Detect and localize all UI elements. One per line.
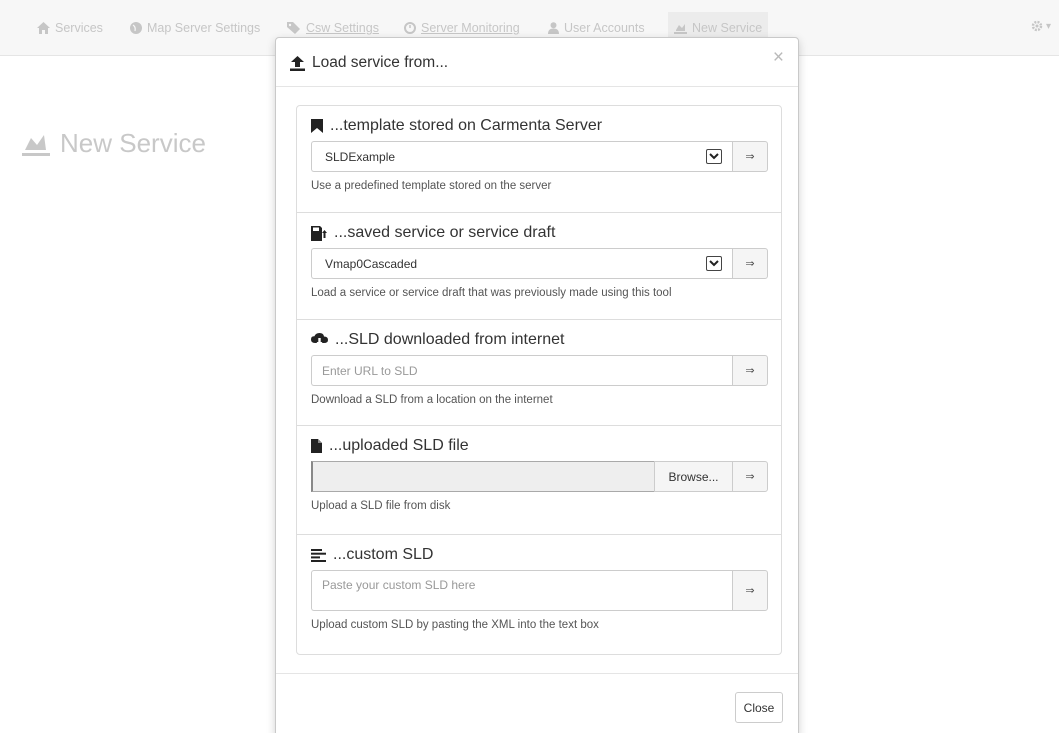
load-options-list: ...template stored on Carmenta Server SL… <box>296 105 782 655</box>
option-heading: ...uploaded SLD file <box>311 437 469 455</box>
option-heading-text: ...SLD downloaded from internet <box>335 331 565 348</box>
option-heading-text: ...custom SLD <box>333 546 434 563</box>
nav-item-label: Server Monitoring <box>421 21 520 35</box>
modal-title-text: Load service from... <box>312 54 449 71</box>
custom-sld-textarea[interactable] <box>311 570 732 611</box>
saved-service-select[interactable]: Vmap0Cascaded <box>311 248 732 279</box>
load-sld-url-button[interactable]: ⇒ <box>732 355 768 386</box>
nav-item-label: Map Server Settings <box>147 21 261 35</box>
option-input-row: SLDExample ⇒ <box>311 141 768 172</box>
nav-item-label: New Service <box>692 21 763 35</box>
home-icon <box>37 22 50 34</box>
file-path-field[interactable] <box>311 461 654 492</box>
option-heading: ...saved service or service draft <box>311 224 555 242</box>
close-button[interactable]: Close <box>735 692 783 723</box>
caret-down-icon: ▾ <box>1045 20 1051 32</box>
option-heading: ...SLD downloaded from internet <box>311 331 564 349</box>
text-left-icon <box>311 548 326 562</box>
nav-item-services[interactable]: Services <box>37 14 103 42</box>
load-service-modal: Load service from... × ...template store… <box>275 37 799 733</box>
user-icon <box>548 22 559 34</box>
option-sld-url: ...SLD downloaded from internet ⇒ Downlo… <box>297 320 781 426</box>
template-select-value: SLDExample <box>325 149 396 164</box>
tags-icon <box>287 22 300 34</box>
option-help-text: Upload custom SLD by pasting the XML int… <box>311 619 599 631</box>
nav-item-label: Csw Settings <box>306 21 379 35</box>
option-heading: ...template stored on Carmenta Server <box>311 117 602 135</box>
option-heading-text: ...uploaded SLD file <box>329 437 469 454</box>
option-custom-sld: ...custom SLD ⇒ Upload custom SLD by pas… <box>297 535 781 656</box>
option-input-row: Vmap0Cascaded ⇒ <box>311 248 768 279</box>
saved-file-icon <box>311 225 327 241</box>
saved-service-select-value: Vmap0Cascaded <box>325 256 418 271</box>
nav-item-label: User Accounts <box>564 21 645 35</box>
modal-title: Load service from... <box>290 54 448 72</box>
option-input-row: Browse... ⇒ <box>311 461 768 492</box>
settings-menu[interactable]: ▾ <box>1031 20 1051 32</box>
new-service-icon <box>674 24 687 34</box>
chevron-down-icon <box>706 256 722 271</box>
new-service-icon <box>22 134 50 156</box>
chevron-down-icon <box>706 149 722 164</box>
option-help-text: Upload a SLD file from disk <box>311 500 451 512</box>
option-input-row: ⇒ <box>311 355 768 386</box>
option-help-text: Use a predefined template stored on the … <box>311 180 552 192</box>
option-template: ...template stored on Carmenta Server SL… <box>297 106 781 213</box>
load-template-button[interactable]: ⇒ <box>732 141 768 172</box>
dashboard-icon <box>404 22 416 34</box>
load-custom-sld-button[interactable]: ⇒ <box>732 570 768 611</box>
option-heading-text: ...saved service or service draft <box>334 224 556 241</box>
nav-item-label: Services <box>55 21 103 35</box>
option-saved-service: ...saved service or service draft Vmap0C… <box>297 213 781 320</box>
nav-item-map-server-settings[interactable]: Map Server Settings <box>130 14 260 42</box>
option-heading-text: ...template stored on Carmenta Server <box>330 117 603 134</box>
file-icon <box>311 439 322 453</box>
page-title-text: New Service <box>60 128 206 158</box>
upload-sld-button[interactable]: ⇒ <box>732 461 768 492</box>
page-title: New Service <box>22 128 206 159</box>
modal-footer: Close <box>276 673 798 733</box>
option-help-text: Download a SLD from a location on the in… <box>311 394 553 406</box>
load-saved-service-button[interactable]: ⇒ <box>732 248 768 279</box>
cloud-download-icon <box>311 333 328 346</box>
option-help-text: Load a service or service draft that was… <box>311 287 672 299</box>
upload-icon <box>290 55 305 71</box>
option-input-row: ⇒ <box>311 570 768 611</box>
template-select[interactable]: SLDExample <box>311 141 732 172</box>
modal-close-button[interactable]: × <box>773 48 784 68</box>
globe-icon <box>130 22 142 34</box>
gear-icon <box>1031 20 1043 32</box>
browse-button[interactable]: Browse... <box>654 461 732 492</box>
option-upload-sld: ...uploaded SLD file Browse... ⇒ Upload … <box>297 426 781 535</box>
sld-url-input[interactable] <box>311 355 732 386</box>
modal-header: Load service from... × <box>276 38 798 87</box>
bookmark-icon <box>311 119 323 133</box>
option-heading: ...custom SLD <box>311 546 433 564</box>
